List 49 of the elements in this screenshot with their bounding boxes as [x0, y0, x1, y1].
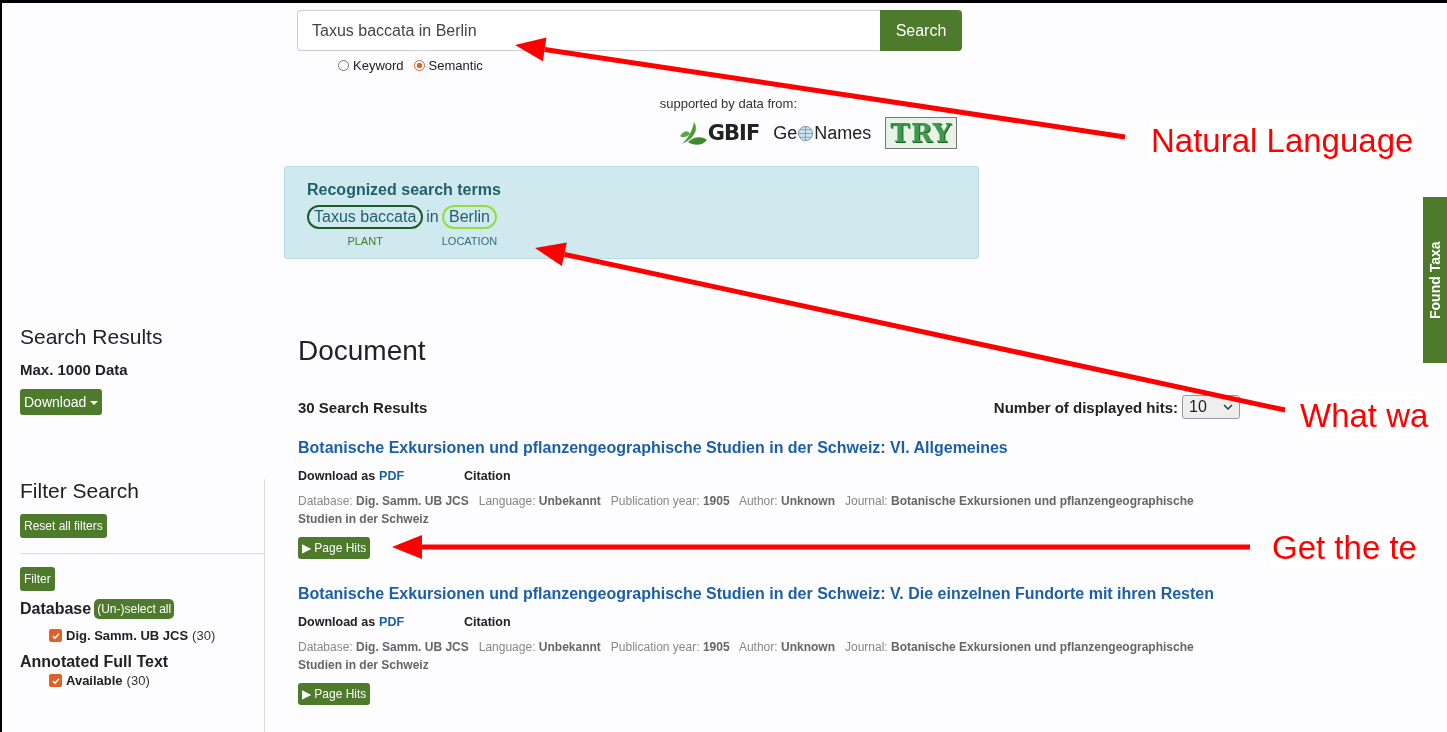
- checkbox[interactable]: [49, 674, 62, 687]
- page-hits-button[interactable]: ▶ Page Hits: [298, 537, 371, 559]
- filter-group-title: Database: [20, 600, 92, 618]
- caret-icon: [90, 401, 99, 406]
- result-title-link[interactable]: Botanische Exkursionen und pflanzengeographische Studien in der Schweiz: VI. Allgemeines: [298, 439, 1240, 457]
- gbif-logo: GBIF: [677, 118, 760, 148]
- page-hits-button[interactable]: ▶ Page Hits: [298, 683, 371, 705]
- connector-word: in: [426, 207, 439, 227]
- hits-label: Number of displayed hits:: [993, 398, 1178, 416]
- filter-group-title: Annotated Full Text: [20, 653, 169, 671]
- search-field[interactable]: Taxus baccata in Berlin: [297, 10, 880, 51]
- radio-button[interactable]: [413, 60, 425, 71]
- radio-label: Keyword: [353, 58, 404, 73]
- chevron-down-icon: [1223, 403, 1233, 411]
- sidebar-heading: Search Results: [20, 325, 164, 349]
- term-type: LOCATION: [441, 235, 498, 247]
- term-chip: Berlin: [442, 205, 497, 229]
- max-data-label: Max. 1000 Data: [20, 361, 129, 378]
- hits-select[interactable]: 10: [1182, 395, 1240, 419]
- results-count: 30 Search Results: [298, 398, 429, 416]
- term-chip: Taxus baccata: [307, 205, 424, 229]
- result-metadata: Database: Dig. Samm. UB JCS Language: Unbekannt Publication year: 1905 Author: Unknown Journal: Botanische Exkursionen und pflanzengeographische Studien in der Schweiz: [298, 493, 1195, 528]
- select-all-button[interactable]: (Un-)select all: [94, 599, 175, 619]
- checkbox[interactable]: [49, 629, 62, 642]
- sources-caption: supported by data from:: [659, 96, 797, 111]
- term-type: PLANT: [347, 235, 383, 247]
- panel-title: Recognized search terms: [307, 181, 502, 199]
- try-logo: TRY: [885, 117, 957, 149]
- pdf-link[interactable]: PDF: [379, 615, 405, 629]
- result-metadata: Database: Dig. Samm. UB JCS Language: Unbekannt Publication year: 1905 Author: Unknown Journal: Botanische Exkursionen und pflanzengeographische Studien in der Schweiz: [298, 639, 1195, 674]
- section-heading: Document: [298, 335, 427, 367]
- reset-filters-button[interactable]: Reset all filters: [20, 514, 107, 538]
- citation-link[interactable]: Citation: [464, 469, 511, 483]
- citation-link[interactable]: Citation: [464, 615, 511, 629]
- filter-button[interactable]: Filter: [20, 567, 55, 591]
- option-label: Dig. Samm. UB JCS: [66, 628, 189, 643]
- option-count: (30): [192, 628, 216, 643]
- download-label: Download as: [298, 615, 376, 629]
- sidebar-heading: Filter Search: [20, 479, 141, 503]
- search-button[interactable]: Search: [880, 10, 962, 51]
- pdf-link[interactable]: PDF: [379, 469, 405, 483]
- radio-label: Semantic: [428, 58, 483, 73]
- option-label: Available: [66, 673, 123, 688]
- download-label: Download as: [298, 469, 376, 483]
- geonames-logo: Ge Names: [773, 122, 872, 144]
- download-button[interactable]: Download: [20, 389, 103, 415]
- result-title-link[interactable]: Botanische Exkursionen und pflanzengeographische Studien in der Schweiz: V. Die einzelnen Fundorte mit ihren Resten: [298, 585, 1240, 603]
- found-taxa-tab[interactable]: Found Taxa: [1423, 197, 1447, 363]
- option-count: (30): [126, 673, 150, 688]
